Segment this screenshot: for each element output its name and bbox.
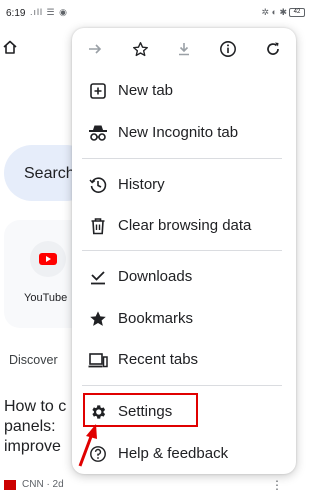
menu-item-label: Recent tabs (118, 351, 199, 368)
home-icon[interactable] (3, 40, 17, 54)
menu-item-incognito[interactable]: New Incognito tab (72, 113, 296, 153)
menu-item-label: New tab (118, 82, 174, 99)
menu-item-recent-tabs[interactable]: Recent tabs (72, 340, 296, 380)
incognito-icon (88, 123, 108, 143)
new-tab-icon (88, 81, 108, 101)
menu-item-bookmarks[interactable]: Bookmarks (72, 299, 296, 339)
status-right-icons: ✲ ◐ ✱ (261, 7, 287, 17)
article-more-icon[interactable]: ⋮ (271, 478, 283, 490)
download-check-icon (88, 267, 108, 287)
history-icon (88, 175, 108, 195)
menu-item-label: Help & feedback (118, 445, 229, 462)
youtube-icon (39, 253, 57, 265)
menu-item-downloads[interactable]: Downloads (72, 257, 296, 297)
menu-item-label: Downloads (118, 268, 193, 285)
discover-heading: Discover (9, 353, 58, 367)
menu-divider (82, 385, 282, 386)
forward-arrow-icon[interactable] (82, 36, 108, 62)
menu-item-label: New Incognito tab (118, 124, 239, 141)
info-icon[interactable] (215, 36, 241, 62)
status-left-icons: .ıll ☰ ◉ (30, 7, 68, 17)
download-icon[interactable] (171, 36, 197, 62)
star-icon[interactable] (127, 36, 153, 62)
battery-icon: 42 (289, 8, 305, 17)
star-filled-icon (88, 309, 108, 329)
menu-divider (82, 158, 282, 159)
menu-item-new-tab[interactable]: New tab (72, 71, 296, 111)
menu-item-clear-data[interactable]: Clear browsing data (72, 206, 296, 246)
shortcut-label: YouTube (24, 292, 68, 304)
recent-tabs-icon (88, 350, 108, 370)
red-arrow-icon (78, 424, 97, 467)
menu-divider (82, 250, 282, 251)
search-placeholder: Search (24, 165, 75, 182)
reload-icon[interactable] (260, 36, 286, 62)
menu-item-label: Clear browsing data (118, 217, 252, 234)
menu-toolbar (72, 28, 296, 70)
status-bar: 6:19 .ıll ☰ ◉ ✲ ◐ ✱ 42 (0, 0, 309, 28)
menu-item-label: History (118, 176, 165, 193)
trash-icon (88, 216, 108, 236)
menu-item-label: Bookmarks (118, 310, 194, 327)
status-time: 6:19 (6, 8, 26, 19)
article-source: CNN · 2d (22, 479, 64, 490)
menu-item-history[interactable]: History (72, 165, 296, 205)
cnn-logo (4, 480, 16, 490)
